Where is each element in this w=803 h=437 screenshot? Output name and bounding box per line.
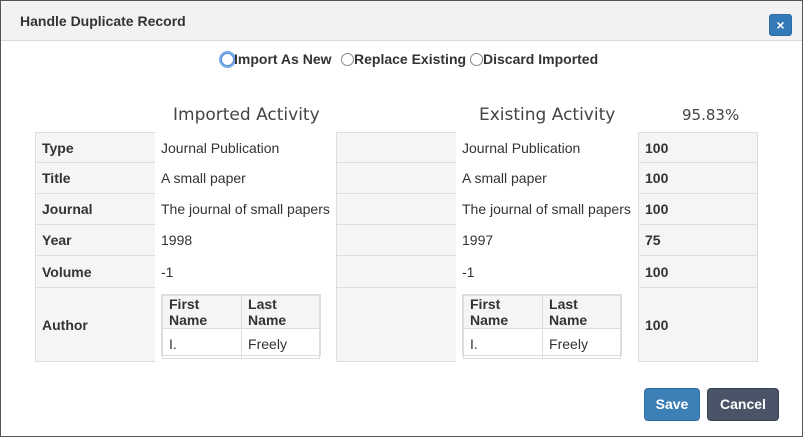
imported-title-value: A small paper — [155, 162, 336, 194]
existing-type-value: Journal Publication — [456, 132, 638, 163]
first-name-header: First Name — [462, 295, 544, 329]
title-score: 100 — [638, 162, 758, 194]
radio-label: Replace Existing — [354, 51, 467, 67]
spacer-cell — [336, 132, 457, 163]
spacer-cell — [336, 162, 457, 194]
radio-button-icon[interactable] — [221, 52, 234, 66]
author-last-name: Freely — [542, 328, 621, 359]
imported-volume-value: -1 — [155, 255, 336, 288]
table-row: I. Freely — [161, 328, 320, 359]
imported-author-table: First Name Last Name I. Freely — [161, 294, 321, 359]
dialog-header: Handle Duplicate Record × — [1, 1, 802, 41]
radio-discard-imported[interactable]: Discard Imported — [470, 51, 598, 67]
existing-title-value: A small paper — [456, 162, 638, 194]
imported-type-value: Journal Publication — [155, 132, 336, 163]
match-score: 95.83% — [682, 106, 740, 124]
last-name-header: Last Name — [542, 295, 621, 329]
row-label-title: Title — [35, 162, 156, 194]
existing-author-table: First Name Last Name I. Freely — [462, 294, 622, 359]
type-score: 100 — [638, 132, 758, 163]
imported-year-value: 1998 — [155, 224, 336, 256]
journal-score: 100 — [638, 193, 758, 225]
save-button[interactable]: Save — [644, 388, 700, 421]
row-label-year: Year — [35, 224, 156, 256]
existing-journal-value: The journal of small papers — [456, 193, 638, 225]
existing-volume-value: -1 — [456, 255, 638, 288]
spacer-cell — [336, 193, 457, 225]
dialog-title: Handle Duplicate Record — [20, 13, 186, 29]
last-name-header: Last Name — [241, 295, 320, 329]
radio-import-as-new[interactable]: Import As New — [221, 51, 332, 67]
row-label-type: Type — [35, 132, 156, 163]
radio-label: Discard Imported — [483, 51, 599, 67]
spacer-cell — [336, 224, 457, 256]
close-button[interactable]: × — [769, 14, 792, 36]
author-last-name: Freely — [241, 328, 320, 359]
row-label-volume: Volume — [35, 255, 156, 288]
radio-button-icon[interactable] — [341, 52, 354, 66]
volume-score: 100 — [638, 255, 758, 288]
row-label-journal: Journal — [35, 193, 156, 225]
row-label-author: Author — [35, 287, 156, 362]
imported-journal-value: The journal of small papers — [155, 193, 336, 225]
spacer-cell — [336, 287, 457, 362]
radio-label: Import As New — [234, 51, 332, 67]
author-first-name: I. — [462, 328, 544, 359]
year-score: 75 — [638, 224, 758, 256]
author-first-name: I. — [161, 328, 243, 359]
radio-replace-existing[interactable]: Replace Existing — [341, 51, 466, 67]
radio-button-icon[interactable] — [470, 52, 483, 66]
duplicate-record-dialog: Handle Duplicate Record × Import As New … — [0, 0, 803, 437]
cancel-button[interactable]: Cancel — [707, 388, 779, 421]
spacer-cell — [336, 255, 457, 288]
existing-activity-heading: Existing Activity — [479, 105, 616, 125]
imported-activity-heading: Imported Activity — [173, 105, 320, 125]
existing-year-value: 1997 — [456, 224, 638, 256]
table-row: I. Freely — [462, 328, 621, 359]
close-icon: × — [776, 17, 785, 33]
first-name-header: First Name — [161, 295, 243, 329]
author-score: 100 — [638, 287, 758, 362]
import-option-group: Import As New Replace Existing Discard I… — [1, 51, 802, 71]
